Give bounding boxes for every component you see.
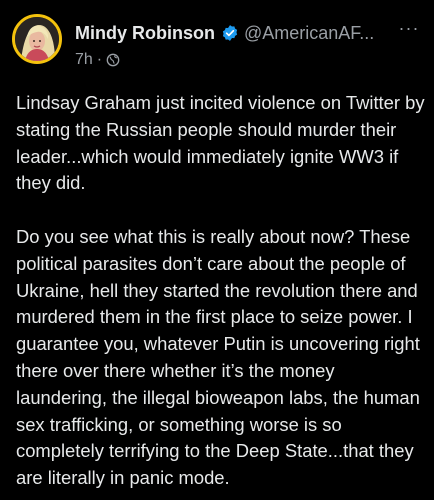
verified-badge-icon	[221, 24, 239, 42]
tweet-header: Mindy Robinson @AmericanAF... ··· 7h ·	[0, 0, 434, 80]
tweet-paragraph-2: Do you see what this is really about now…	[16, 225, 425, 489]
tweet-timestamp[interactable]: 7h	[75, 51, 93, 69]
author-display-name[interactable]: Mindy Robinson	[75, 23, 215, 44]
author-handle[interactable]: @AmericanAF...	[244, 23, 374, 44]
author-row: Mindy Robinson @AmericanAF...	[75, 22, 374, 44]
meta-separator: ·	[96, 51, 103, 68]
tweet-text: Lindsay Graham just incited violence on …	[16, 90, 426, 492]
more-options-icon[interactable]: ···	[396, 19, 422, 41]
profile-photo-icon	[15, 17, 59, 61]
avatar[interactable]	[12, 14, 62, 64]
tweet-meta: 7h ·	[75, 50, 120, 70]
globe-icon	[106, 53, 120, 67]
tweet-paragraph-1: Lindsay Graham just incited violence on …	[16, 92, 430, 194]
tweet-card: Mindy Robinson @AmericanAF... ··· 7h · L…	[0, 0, 434, 500]
